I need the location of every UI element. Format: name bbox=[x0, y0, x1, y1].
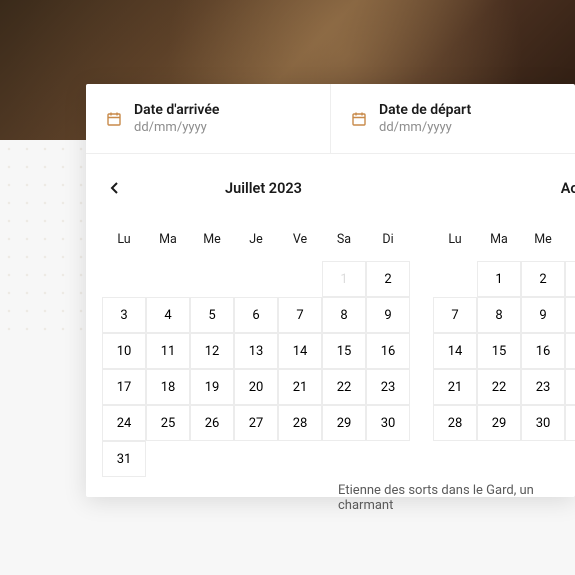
day-cell[interactable]: 3 bbox=[102, 297, 146, 333]
day-cell[interactable]: 2 bbox=[366, 261, 410, 297]
day-cell[interactable]: 28 bbox=[433, 405, 477, 441]
day-cell[interactable]: 20 bbox=[234, 369, 278, 405]
departure-placeholder: dd/mm/yyyy bbox=[379, 120, 471, 135]
weekday-header: Me bbox=[190, 222, 234, 261]
arrival-label: Date d'arrivée bbox=[134, 102, 219, 118]
day-cell[interactable]: 14 bbox=[433, 333, 477, 369]
day-cell[interactable]: 29 bbox=[322, 405, 366, 441]
month-title: Juillet 2023 bbox=[225, 180, 302, 197]
day-cell[interactable]: 16 bbox=[521, 333, 565, 369]
day-cell[interactable]: 31 bbox=[565, 405, 575, 441]
day-cell[interactable]: 8 bbox=[477, 297, 521, 333]
day-cell[interactable]: 9 bbox=[521, 297, 565, 333]
day-blank bbox=[366, 441, 410, 477]
day-cell[interactable]: 10 bbox=[565, 297, 575, 333]
month1-grid: LuMaMeJeVeSaDi12345678910111213141516171… bbox=[102, 222, 425, 477]
month-title: Août 2023 bbox=[561, 180, 575, 197]
day-cell[interactable]: 1 bbox=[477, 261, 521, 297]
day-cell[interactable]: 6 bbox=[234, 297, 278, 333]
day-cell[interactable]: 22 bbox=[477, 369, 521, 405]
calendar-icon bbox=[351, 111, 367, 127]
weekday-header: Lu bbox=[433, 222, 477, 261]
day-blank bbox=[278, 261, 322, 297]
day-cell[interactable]: 28 bbox=[278, 405, 322, 441]
departure-label: Date de départ bbox=[379, 102, 471, 118]
day-cell[interactable]: 26 bbox=[190, 405, 234, 441]
day-cell[interactable]: 24 bbox=[102, 405, 146, 441]
weekday-header: Me bbox=[521, 222, 565, 261]
day-blank bbox=[234, 441, 278, 477]
weekday-header: Ve bbox=[278, 222, 322, 261]
day-cell[interactable]: 19 bbox=[190, 369, 234, 405]
date-picker-panel: Date d'arrivée dd/mm/yyyy Date de départ… bbox=[86, 84, 575, 497]
arrival-placeholder: dd/mm/yyyy bbox=[134, 120, 219, 135]
day-cell[interactable]: 30 bbox=[521, 405, 565, 441]
day-cell[interactable]: 23 bbox=[366, 369, 410, 405]
arrival-field[interactable]: Date d'arrivée dd/mm/yyyy bbox=[86, 84, 330, 153]
decorative-pattern bbox=[0, 140, 90, 340]
day-cell[interactable]: 14 bbox=[278, 333, 322, 369]
departure-field[interactable]: Date de départ dd/mm/yyyy bbox=[330, 84, 575, 153]
day-blank bbox=[278, 441, 322, 477]
day-cell[interactable]: 16 bbox=[366, 333, 410, 369]
day-cell[interactable]: 24 bbox=[565, 369, 575, 405]
weekday-header: Sa bbox=[322, 222, 366, 261]
day-cell[interactable]: 4 bbox=[146, 297, 190, 333]
day-blank bbox=[433, 261, 477, 297]
weekday-header: Lu bbox=[102, 222, 146, 261]
month-august: Août 2023 LuMaMeJeVeSaDi1234567891011121… bbox=[433, 172, 575, 477]
day-blank bbox=[146, 441, 190, 477]
day-cell[interactable]: 21 bbox=[278, 369, 322, 405]
day-blank bbox=[102, 261, 146, 297]
day-cell[interactable]: 18 bbox=[146, 369, 190, 405]
day-cell[interactable]: 21 bbox=[433, 369, 477, 405]
day-blank bbox=[146, 261, 190, 297]
date-fields: Date d'arrivée dd/mm/yyyy Date de départ… bbox=[86, 84, 575, 154]
calendar-months: Juillet 2023 LuMaMeJeVeSaDi1234567891011… bbox=[86, 154, 575, 497]
weekday-header: Je bbox=[234, 222, 278, 261]
day-blank bbox=[190, 441, 234, 477]
day-cell[interactable]: 15 bbox=[477, 333, 521, 369]
day-cell[interactable]: 9 bbox=[366, 297, 410, 333]
day-cell[interactable]: 29 bbox=[477, 405, 521, 441]
day-cell[interactable]: 23 bbox=[521, 369, 565, 405]
day-cell[interactable]: 17 bbox=[565, 333, 575, 369]
month2-grid: LuMaMeJeVeSaDi12345678910111213141516171… bbox=[433, 222, 575, 441]
day-cell[interactable]: 12 bbox=[190, 333, 234, 369]
day-cell[interactable]: 31 bbox=[102, 441, 146, 477]
day-cell[interactable]: 30 bbox=[366, 405, 410, 441]
day-cell[interactable]: 5 bbox=[190, 297, 234, 333]
day-cell: 1 bbox=[322, 261, 366, 297]
day-cell[interactable]: 3 bbox=[565, 261, 575, 297]
day-cell[interactable]: 8 bbox=[322, 297, 366, 333]
description-text: Etienne des sorts dans le Gard, un charm… bbox=[338, 483, 575, 513]
calendar-icon bbox=[106, 111, 122, 127]
day-cell[interactable]: 10 bbox=[102, 333, 146, 369]
day-cell[interactable]: 15 bbox=[322, 333, 366, 369]
day-cell[interactable]: 7 bbox=[433, 297, 477, 333]
month-july: Juillet 2023 LuMaMeJeVeSaDi1234567891011… bbox=[102, 172, 425, 477]
weekday-header: Ma bbox=[477, 222, 521, 261]
day-blank bbox=[322, 441, 366, 477]
prev-month-button[interactable] bbox=[102, 176, 126, 200]
day-cell[interactable]: 7 bbox=[278, 297, 322, 333]
day-cell[interactable]: 11 bbox=[146, 333, 190, 369]
day-cell[interactable]: 13 bbox=[234, 333, 278, 369]
day-blank bbox=[190, 261, 234, 297]
weekday-header: Di bbox=[366, 222, 410, 261]
weekday-header: Je bbox=[565, 222, 575, 261]
day-cell[interactable]: 27 bbox=[234, 405, 278, 441]
day-cell[interactable]: 2 bbox=[521, 261, 565, 297]
day-cell[interactable]: 22 bbox=[322, 369, 366, 405]
day-cell[interactable]: 25 bbox=[146, 405, 190, 441]
day-blank bbox=[234, 261, 278, 297]
day-cell[interactable]: 17 bbox=[102, 369, 146, 405]
weekday-header: Ma bbox=[146, 222, 190, 261]
